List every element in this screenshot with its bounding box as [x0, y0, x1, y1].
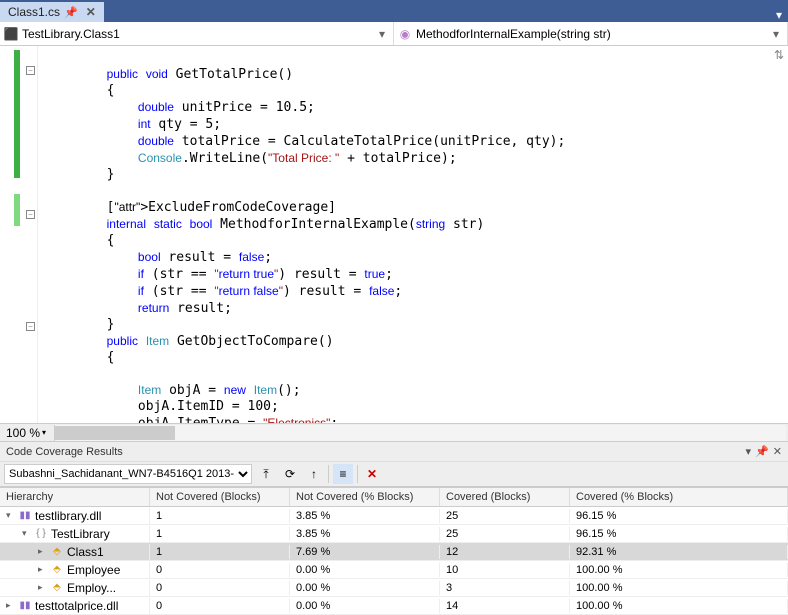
panel-title: Code Coverage Results	[6, 446, 746, 458]
coverage-toolbar: Subashni_Sachidanant_WN7-B4516Q1 2013- ⤒…	[0, 461, 788, 487]
table-row[interactable]: ▸▮▮testtotalprice.dll00.00 %14100.00 %	[0, 597, 788, 615]
scrollbar-thumb[interactable]	[55, 426, 175, 440]
nav-scope-member[interactable]: ◉ MethodforInternalExample(string str) ▾	[394, 22, 788, 45]
tab-bar: Class1.cs 📌 ✕ ▾	[0, 0, 788, 22]
tree-label: testtotalprice.dll	[35, 599, 118, 613]
cell-covered-pct: 96.15 %	[570, 509, 788, 523]
tree-expander-icon[interactable]: ▸	[6, 600, 15, 611]
class-icon: ⬛	[4, 27, 18, 41]
split-handle-icon[interactable]: ⇅	[774, 48, 786, 60]
cell-not-covered-blocks: 1	[150, 527, 290, 541]
pin-icon[interactable]: 📌	[64, 6, 78, 19]
pin-icon[interactable]: 📌	[755, 445, 769, 458]
table-row[interactable]: ▾{ }TestLibrary13.85 %2596.15 %	[0, 525, 788, 543]
chevron-down-icon: ▾	[375, 27, 389, 41]
cell-not-covered-blocks: 0	[150, 599, 290, 613]
cell-covered-blocks: 25	[440, 509, 570, 523]
tree-expander-icon[interactable]: ▾	[6, 510, 15, 521]
close-icon[interactable]: ✕	[86, 5, 96, 19]
cell-covered-blocks: 12	[440, 545, 570, 559]
horizontal-scrollbar[interactable]	[54, 425, 786, 441]
coverage-bar	[14, 50, 20, 178]
cell-not-covered-pct: 3.85 %	[290, 509, 440, 523]
cell-covered-pct: 100.00 %	[570, 599, 788, 613]
grid-header-row: Hierarchy Not Covered (Blocks) Not Cover…	[0, 488, 788, 507]
code-text[interactable]: public void GetTotalPrice() { double uni…	[38, 46, 788, 423]
chevron-down-icon: ▾	[769, 27, 783, 41]
cell-not-covered-blocks: 0	[150, 563, 290, 577]
coverage-grid: Hierarchy Not Covered (Blocks) Not Cover…	[0, 487, 788, 615]
zoom-combo[interactable]: 100 % ▾	[0, 426, 52, 440]
table-row[interactable]: ▾▮▮testlibrary.dll13.85 %2596.15 %	[0, 507, 788, 525]
tree-expander-icon[interactable]: ▾	[22, 528, 31, 539]
tree-label: TestLibrary	[51, 527, 110, 541]
col-hierarchy[interactable]: Hierarchy	[0, 488, 150, 506]
cell-covered-pct: 92.31 %	[570, 545, 788, 559]
nav-scope-class[interactable]: ⬛ TestLibrary.Class1 ▾	[0, 22, 394, 45]
export-icon[interactable]: ↑	[304, 464, 324, 484]
tab-title: Class1.cs	[8, 5, 60, 19]
cell-covered-blocks: 3	[440, 581, 570, 595]
table-row[interactable]: ▸⬘Class117.69 %1292.31 %	[0, 543, 788, 561]
import-icon[interactable]: ⤒	[256, 464, 276, 484]
zoom-value: 100 %	[6, 426, 40, 440]
cell-not-covered-pct: 3.85 %	[290, 527, 440, 541]
cell-covered-pct: 100.00 %	[570, 581, 788, 595]
tab-class1[interactable]: Class1.cs 📌 ✕	[0, 2, 104, 22]
editor-gutter: − − −	[0, 46, 38, 423]
cell-not-covered-blocks: 1	[150, 545, 290, 559]
cell-covered-pct: 100.00 %	[570, 563, 788, 577]
cell-not-covered-pct: 0.00 %	[290, 599, 440, 613]
col-not-covered-pct[interactable]: Not Covered (% Blocks)	[290, 488, 440, 506]
refresh-icon[interactable]: ⟳	[280, 464, 300, 484]
tree-expander-icon[interactable]: ▸	[38, 546, 47, 557]
toggle-color-icon[interactable]: ≡	[333, 464, 353, 484]
delete-icon[interactable]: ✕	[362, 464, 382, 484]
tree-label: Employ...	[67, 581, 116, 595]
separator	[357, 465, 358, 483]
results-combo[interactable]: Subashni_Sachidanant_WN7-B4516Q1 2013-	[4, 464, 252, 484]
coverage-panel-header: Code Coverage Results ▾ 📌 ✕	[0, 441, 788, 461]
tab-overflow-icon[interactable]: ▾	[770, 8, 788, 22]
tree-label: Class1	[67, 545, 104, 559]
tree-label: Employee	[67, 563, 120, 577]
fold-toggle[interactable]: −	[26, 322, 35, 331]
coverage-bar	[14, 194, 20, 210]
col-covered-pct[interactable]: Covered (% Blocks)	[570, 488, 788, 506]
separator	[328, 465, 329, 483]
nav-bar: ⬛ TestLibrary.Class1 ▾ ◉ MethodforIntern…	[0, 22, 788, 46]
nav-member-label: MethodforInternalExample(string str)	[416, 27, 611, 41]
code-editor[interactable]: ⇅ − − − public void GetTotalPrice() { do…	[0, 46, 788, 423]
cell-covered-blocks: 14	[440, 599, 570, 613]
cell-covered-blocks: 25	[440, 527, 570, 541]
nav-class-label: TestLibrary.Class1	[22, 27, 120, 41]
cell-not-covered-pct: 0.00 %	[290, 581, 440, 595]
chevron-down-icon: ▾	[42, 428, 46, 437]
cell-covered-blocks: 10	[440, 563, 570, 577]
tree-expander-icon[interactable]: ▸	[38, 582, 47, 593]
fold-toggle[interactable]: −	[26, 210, 35, 219]
cell-not-covered-blocks: 0	[150, 581, 290, 595]
table-row[interactable]: ▸⬘Employ...00.00 %3100.00 %	[0, 579, 788, 597]
cell-not-covered-blocks: 1	[150, 509, 290, 523]
fold-toggle[interactable]: −	[26, 66, 35, 75]
editor-statusbar: 100 % ▾	[0, 423, 788, 441]
coverage-bar	[14, 210, 20, 226]
method-icon: ◉	[398, 27, 412, 41]
close-icon[interactable]: ✕	[773, 445, 782, 458]
col-not-covered-blocks[interactable]: Not Covered (Blocks)	[150, 488, 290, 506]
window-menu-icon[interactable]: ▾	[746, 445, 752, 458]
cell-not-covered-pct: 0.00 %	[290, 563, 440, 577]
col-covered-blocks[interactable]: Covered (Blocks)	[440, 488, 570, 506]
table-row[interactable]: ▸⬘Employee00.00 %10100.00 %	[0, 561, 788, 579]
cell-not-covered-pct: 7.69 %	[290, 545, 440, 559]
tree-expander-icon[interactable]: ▸	[38, 564, 47, 575]
tree-label: testlibrary.dll	[35, 509, 101, 523]
cell-covered-pct: 96.15 %	[570, 527, 788, 541]
